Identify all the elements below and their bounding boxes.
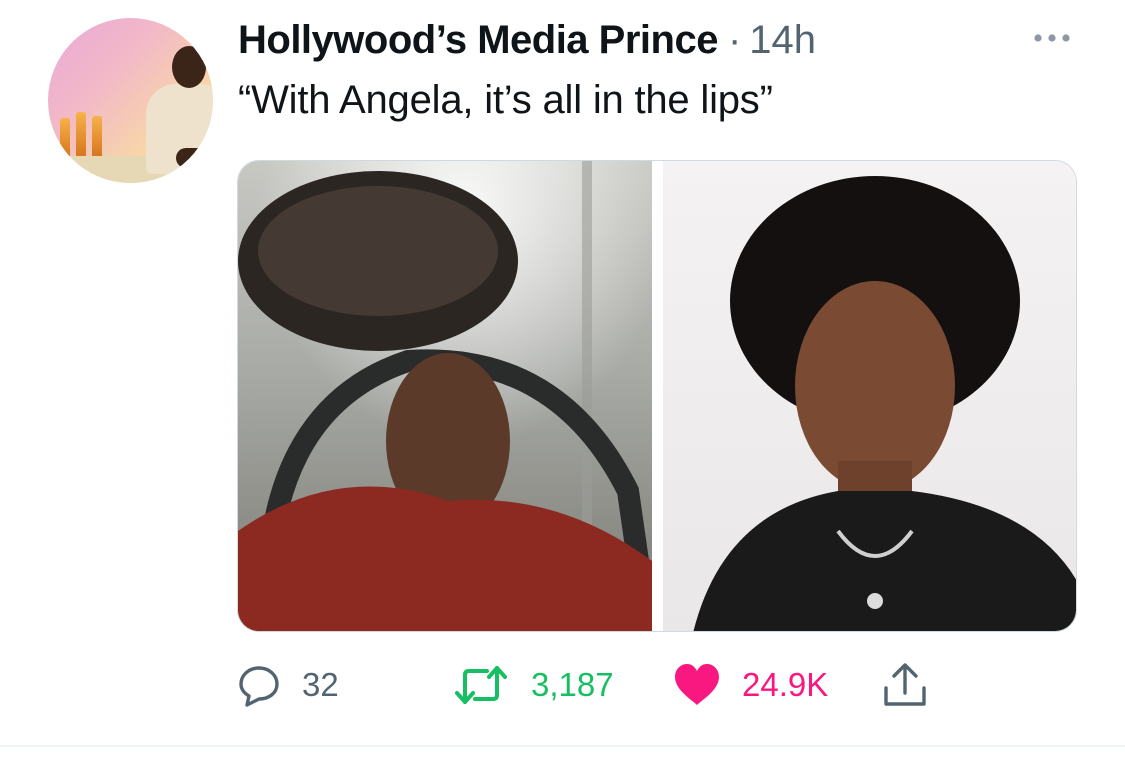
photo-left-image xyxy=(238,161,652,631)
retweet-button[interactable]: 3,187 xyxy=(451,660,614,710)
tweet-timestamp[interactable]: 14h xyxy=(749,18,816,63)
avatar[interactable] xyxy=(48,18,213,183)
tweet-text: “With Angela, it’s all in the lips” xyxy=(238,78,773,122)
header-separator: · xyxy=(727,18,742,62)
more-horizontal-icon[interactable] xyxy=(1030,28,1074,48)
share-upload-icon xyxy=(884,663,926,706)
reply-button[interactable]: 32 xyxy=(236,660,339,710)
tweet-header: Hollywood’s Media Prince · 14h xyxy=(238,18,816,64)
photo-gap xyxy=(652,161,663,631)
heart-filled-icon xyxy=(675,664,719,705)
photo-right[interactable] xyxy=(663,161,1076,631)
reply-count: 32 xyxy=(302,666,339,703)
tweet-actions: 32 3,187 24.9K xyxy=(0,660,1125,710)
avatar-person-head xyxy=(172,46,206,88)
avatar-bottles xyxy=(54,106,114,158)
retweet-icon xyxy=(455,666,507,704)
share-button[interactable] xyxy=(880,660,930,710)
retweet-count: 3,187 xyxy=(531,666,614,703)
avatar-person-arm xyxy=(176,148,213,168)
like-count: 24.9K xyxy=(742,666,829,703)
tweet-divider xyxy=(0,745,1125,747)
photo-right-image xyxy=(693,176,1076,631)
like-button[interactable]: 24.9K xyxy=(672,660,828,710)
tweet: Hollywood’s Media Prince · 14h “With Ang… xyxy=(0,0,1125,757)
photo-left[interactable] xyxy=(238,161,652,631)
display-name[interactable]: Hollywood’s Media Prince xyxy=(238,18,718,63)
reply-bubble-icon xyxy=(239,666,279,707)
tweet-media xyxy=(237,160,1077,632)
